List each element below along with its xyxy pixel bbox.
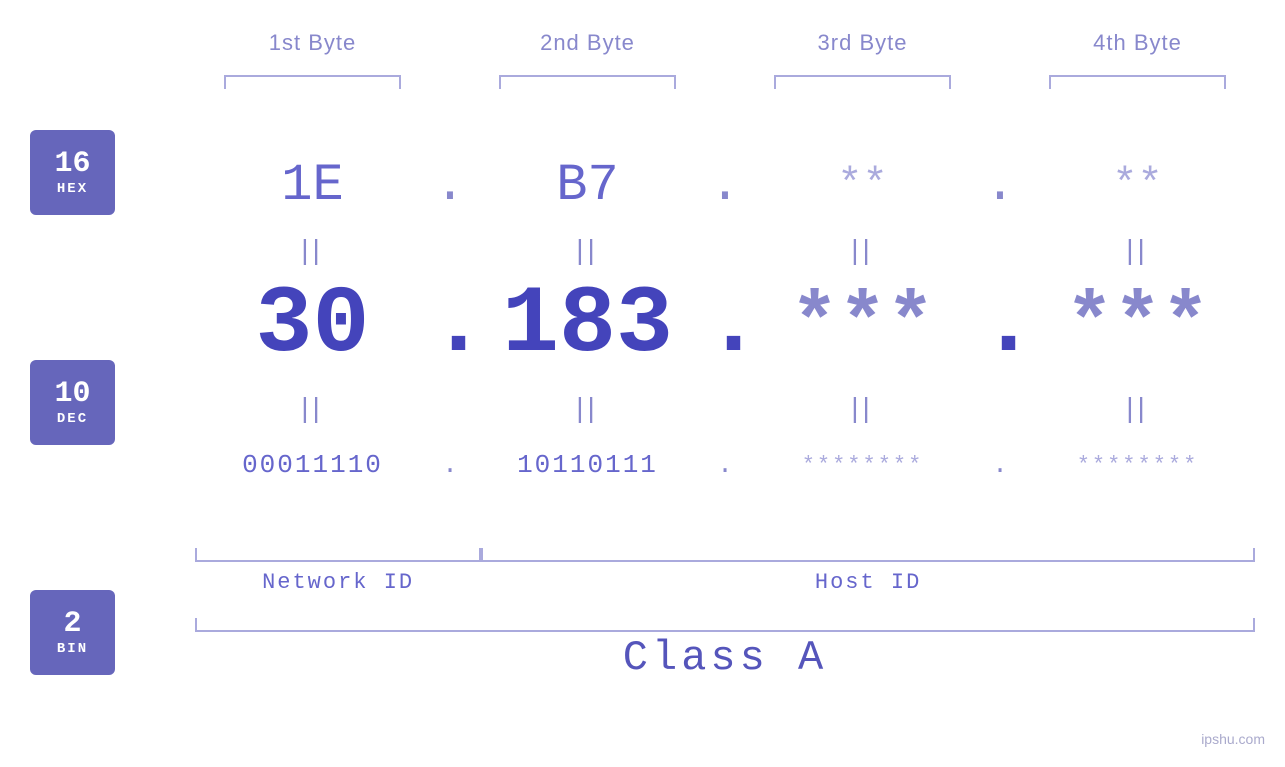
- bin-b2: 10110111: [470, 450, 705, 480]
- hex-dot1: .: [430, 156, 470, 215]
- content-grid: 1E . B7 . ** . ** || || || || 30 . 183 .…: [195, 130, 1255, 707]
- host-id-label: Host ID: [481, 570, 1255, 595]
- hex-b2: B7: [470, 156, 705, 215]
- bin-dot3: .: [980, 450, 1020, 480]
- hex-b3: **: [745, 161, 980, 209]
- bin-badge-label: BIN: [57, 641, 88, 657]
- eq2-b1: ||: [195, 392, 430, 424]
- left-badges: 16 HEX 10 DEC 2 BIN: [30, 130, 115, 675]
- byte-header-4: 4th Byte: [1020, 30, 1255, 56]
- network-id-bracket: [195, 548, 481, 562]
- dec-dot1: .: [430, 271, 470, 379]
- bin-b1: 00011110: [195, 450, 430, 480]
- bin-b4: ********: [1020, 453, 1255, 478]
- hex-badge-num: 16: [54, 148, 90, 181]
- byte-header-2: 2nd Byte: [470, 30, 705, 56]
- dec-badge-label: DEC: [57, 411, 88, 427]
- outer-bottom-bracket: [195, 618, 1255, 632]
- dec-badge: 10 DEC: [30, 360, 115, 445]
- byte-header-1: 1st Byte: [195, 30, 430, 56]
- dec-b4: ***: [1020, 280, 1255, 371]
- hex-b4: **: [1020, 161, 1255, 209]
- dec-b2: 183: [470, 271, 705, 379]
- byte-header-3: 3rd Byte: [745, 30, 980, 56]
- hex-b1: 1E: [195, 156, 430, 215]
- bin-b3: ********: [745, 453, 980, 478]
- equals-row-2: || || || ||: [195, 388, 1255, 428]
- class-a-label: Class A: [195, 634, 1255, 682]
- bin-dot2: .: [705, 450, 745, 480]
- eq1-b4: ||: [1020, 234, 1255, 266]
- hex-dot2: .: [705, 156, 745, 215]
- hex-dot3: .: [980, 156, 1020, 215]
- hex-badge: 16 HEX: [30, 130, 115, 215]
- dec-dot3: .: [980, 271, 1020, 379]
- hex-row: 1E . B7 . ** . **: [195, 145, 1255, 225]
- watermark: ipshu.com: [1201, 731, 1265, 747]
- top-brackets: [195, 75, 1255, 89]
- bin-row: 00011110 . 10110111 . ******** . *******…: [195, 435, 1255, 495]
- network-id-label: Network ID: [195, 570, 481, 595]
- eq2-b2: ||: [470, 392, 705, 424]
- eq1-b3: ||: [745, 234, 980, 266]
- eq1-b1: ||: [195, 234, 430, 266]
- dec-row: 30 . 183 . *** . ***: [195, 270, 1255, 380]
- dec-b3: ***: [745, 280, 980, 371]
- bin-badge: 2 BIN: [30, 590, 115, 675]
- eq2-b4: ||: [1020, 392, 1255, 424]
- host-id-bracket: [481, 548, 1255, 562]
- byte-headers: 1st Byte 2nd Byte 3rd Byte 4th Byte: [195, 30, 1255, 56]
- bin-badge-num: 2: [63, 608, 81, 641]
- eq1-b2: ||: [470, 234, 705, 266]
- equals-row-1: || || || ||: [195, 230, 1255, 270]
- dec-badge-num: 10: [54, 378, 90, 411]
- hex-badge-label: HEX: [57, 181, 88, 197]
- bin-dot1: .: [430, 450, 470, 480]
- eq2-b3: ||: [745, 392, 980, 424]
- dec-b1: 30: [195, 271, 430, 379]
- dec-dot2: .: [705, 271, 745, 379]
- main-container: 1st Byte 2nd Byte 3rd Byte 4th Byte 16 H…: [0, 0, 1285, 767]
